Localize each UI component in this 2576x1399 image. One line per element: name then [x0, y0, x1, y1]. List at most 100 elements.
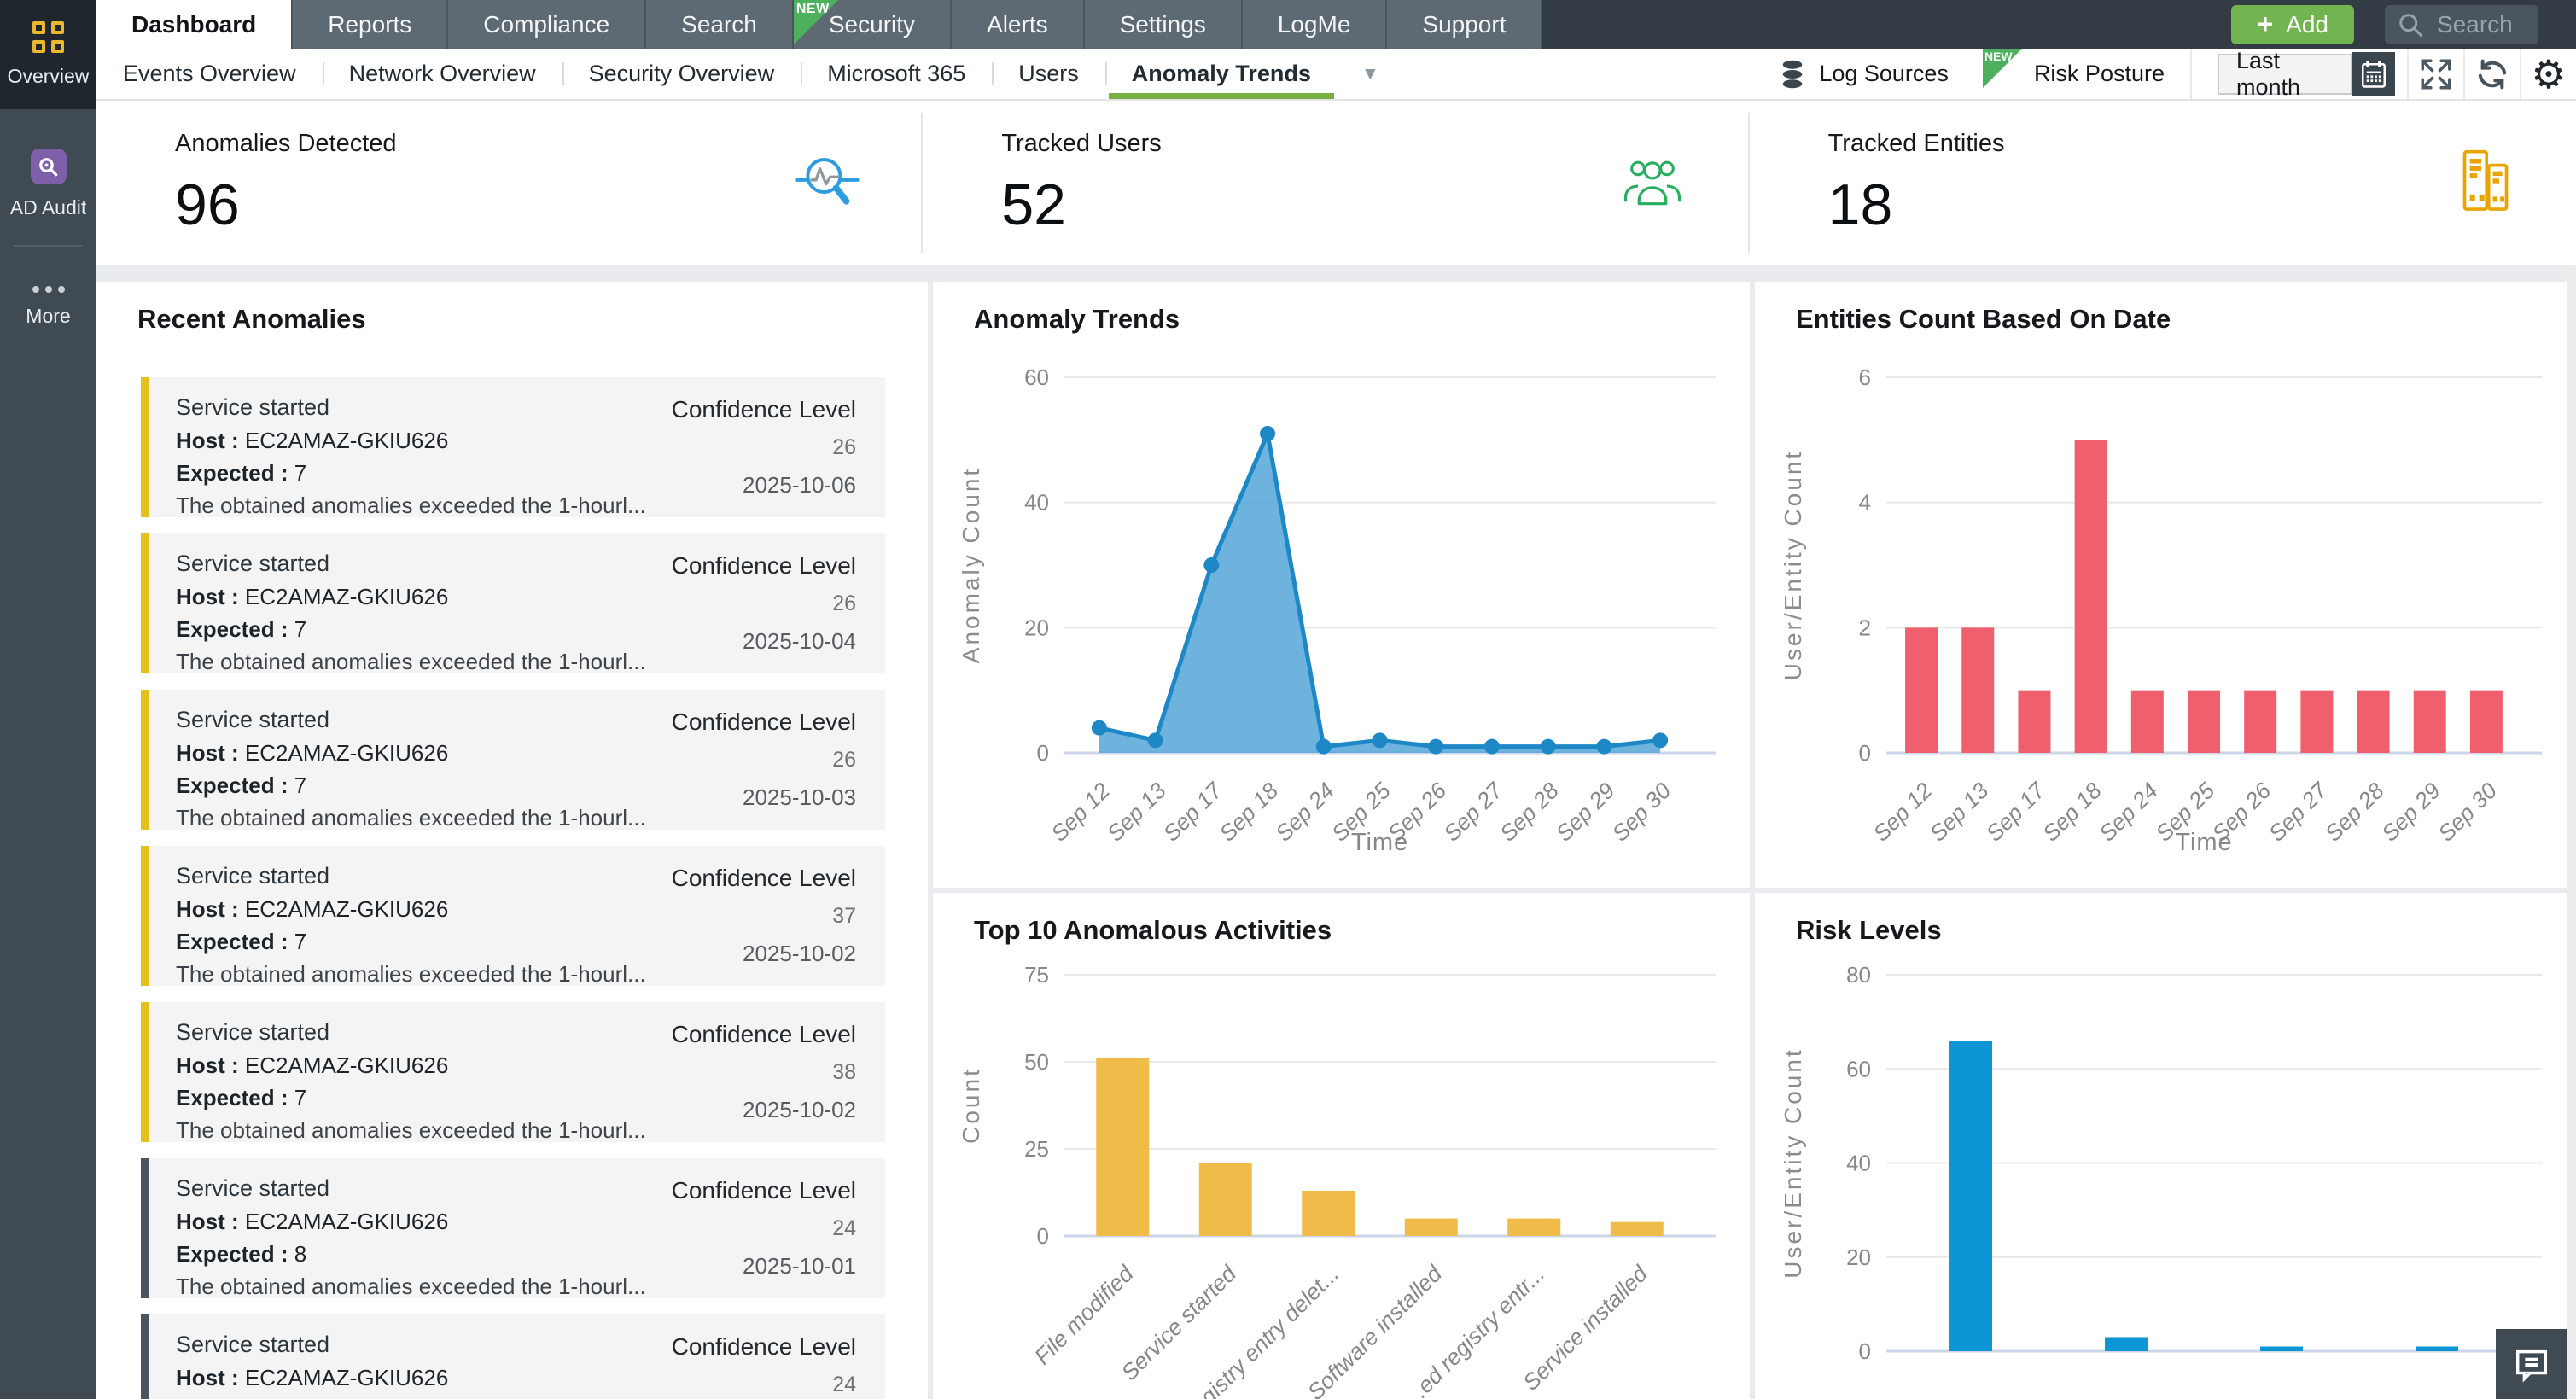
svg-text:0: 0	[1859, 740, 1871, 766]
search-icon	[2398, 12, 2423, 38]
dashboard-tab-events-overview[interactable]: Events Overview	[96, 49, 323, 99]
search-placeholder: Search	[2437, 11, 2513, 38]
top-tab-reports[interactable]: Reports	[293, 0, 448, 49]
top-activities-panel: Top 10 Anomalous Activities 0255075File …	[933, 893, 1750, 1399]
sidebar-item-label: More	[26, 305, 70, 328]
anomaly-title: Service started	[176, 1332, 646, 1358]
expected-label: Expected :	[176, 616, 288, 642]
anomaly-card[interactable]: Service startedHost : EC2AMAZ-GKIU626Exp…	[141, 846, 885, 986]
top-tab-dashboard[interactable]: Dashboard	[96, 0, 293, 49]
anomaly-host: Host : EC2AMAZ-GKIU626	[176, 740, 646, 767]
dashboard-tab-anomaly-trends[interactable]: Anomaly Trends	[1105, 49, 1338, 99]
top-tab-label: Reports	[328, 11, 411, 38]
confidence-level-label: Confidence Level	[672, 865, 856, 892]
top-tab-search[interactable]: Search	[646, 0, 794, 49]
sidebar-item-label: AD Audit	[10, 196, 87, 219]
dashboard-tab-microsoft-365[interactable]: Microsoft 365	[801, 49, 992, 99]
stat-label: Anomalies Detected	[175, 130, 397, 158]
add-button-label: Add	[2286, 11, 2328, 38]
top-tab-label: LogMe	[1278, 11, 1351, 38]
users-group-icon	[1618, 154, 1687, 212]
top-activities-chart: 0255075File modifiedService startedRegis…	[933, 893, 1750, 1399]
anomaly-card[interactable]: Service startedHost : EC2AMAZ-GKIU626Exp…	[141, 1314, 885, 1399]
confidence-level-label: Confidence Level	[672, 552, 856, 580]
expected-label: Expected :	[176, 1085, 288, 1110]
anomaly-card[interactable]: Service startedHost : EC2AMAZ-GKIU626Exp…	[141, 690, 885, 830]
host-label: Host :	[176, 584, 239, 609]
stat-value: 52	[1001, 172, 1066, 238]
top-tab-support[interactable]: Support	[1387, 0, 1542, 49]
expected-label: Expected :	[176, 1241, 288, 1267]
svg-text:Count: Count	[958, 1067, 984, 1144]
sidebar-item-overview[interactable]: Overview	[0, 0, 96, 109]
dashboard-tab-security-overview[interactable]: Security Overview	[562, 49, 801, 99]
fullscreen-button[interactable]	[2407, 49, 2463, 99]
anomaly-card-left: Service startedHost : EC2AMAZ-GKIU626Exp…	[176, 1332, 646, 1399]
anomaly-card[interactable]: Service startedHost : EC2AMAZ-GKIU626Exp…	[141, 1158, 885, 1298]
new-ribbon: NEW	[794, 0, 838, 44]
svg-text:Sep 30: Sep 30	[1607, 778, 1676, 847]
anomaly-card[interactable]: Service startedHost : EC2AMAZ-GKIU626Exp…	[141, 1002, 885, 1142]
svg-text:0: 0	[1037, 1223, 1049, 1249]
anomaly-host: Host : EC2AMAZ-GKIU626	[176, 584, 646, 610]
top-tab-settings[interactable]: Settings	[1085, 0, 1243, 49]
anomaly-card-right: Confidence Level262025-10-04	[672, 551, 860, 660]
overview-grid-icon	[32, 21, 64, 53]
anomaly-card[interactable]: Service startedHost : EC2AMAZ-GKIU626Exp…	[141, 533, 885, 673]
dashboard-tab-label: Anomaly Trends	[1132, 61, 1311, 87]
anomaly-expected: Expected : 7	[176, 772, 646, 799]
anomaly-card-left: Service startedHost : EC2AMAZ-GKIU626Exp…	[176, 394, 646, 504]
svg-text:Sep 18: Sep 18	[1215, 778, 1284, 847]
stat-label: Tracked Users	[1001, 130, 1161, 158]
feedback-chat-button[interactable]	[2496, 1329, 2567, 1399]
svg-text:Sep 18: Sep 18	[2037, 778, 2107, 847]
confidence-level-label: Confidence Level	[672, 1021, 856, 1048]
more-tabs-dropdown[interactable]	[1338, 49, 1403, 99]
settings-button[interactable]	[2520, 49, 2576, 99]
date-range-select[interactable]: Last month	[2218, 54, 2352, 95]
chat-bubble-icon	[2512, 1344, 2551, 1384]
anomaly-card[interactable]: Service startedHost : EC2AMAZ-GKIU626Exp…	[141, 377, 885, 517]
svg-text:6: 6	[1859, 364, 1871, 390]
sidebar-item-ad-audit[interactable]: AD Audit	[0, 149, 96, 219]
add-button[interactable]: Add	[2231, 5, 2354, 44]
svg-text:User/Entity Count: User/Entity Count	[1780, 450, 1806, 680]
svg-text:Sep 27: Sep 27	[1439, 777, 1508, 846]
log-sources-label: Log Sources	[1819, 61, 1949, 87]
database-icon	[1780, 59, 1805, 90]
dashboard-tab-label: Network Overview	[349, 61, 536, 87]
sidebar-items: Overview AD Audit More	[0, 0, 96, 328]
host-label: Host :	[176, 896, 239, 922]
page-scrollbar[interactable]	[2567, 101, 2576, 1399]
dashboard-tab-label: Users	[1018, 61, 1079, 87]
svg-text:Sep 24: Sep 24	[1270, 778, 1339, 847]
refresh-button[interactable]	[2463, 49, 2520, 99]
entities-count-panel: Entities Count Based On Date 0246Sep 12S…	[1755, 282, 2576, 888]
dashboard-tab-network-overview[interactable]: Network Overview	[323, 49, 562, 99]
risk-posture-button[interactable]: NEW Risk Posture	[1974, 49, 2190, 99]
host-label: Host :	[176, 740, 239, 766]
anomaly-expected: Expected : 7	[176, 1085, 646, 1111]
plus-icon	[2257, 9, 2273, 40]
expected-label: Expected :	[176, 772, 288, 798]
top-tab-compliance[interactable]: Compliance	[448, 0, 646, 49]
top-tab-label: Search	[681, 11, 757, 38]
calendar-button[interactable]	[2352, 52, 2395, 96]
top-tab-security[interactable]: NEWSecurity	[794, 0, 952, 49]
search-input[interactable]: Search	[2385, 5, 2538, 44]
sub-nav-right: Log Sources NEW Risk Posture Last month	[1754, 49, 2576, 99]
anomaly-card-list: Service started Host : EC2AMAZ-GKIU626 Exp…	[141, 377, 885, 1399]
dashboard-tab-label: Microsoft 365	[827, 61, 965, 87]
anomaly-date: 2025-10-06	[743, 472, 856, 498]
top-tab-logme[interactable]: LogMe	[1243, 0, 1388, 49]
top-tab-alerts[interactable]: Alerts	[952, 0, 1085, 49]
anomaly-card-right: Confidence Level372025-10-02	[672, 863, 860, 972]
anomaly-card-right: Confidence Level262025-10-06	[672, 394, 860, 504]
confidence-level-label: Confidence Level	[672, 708, 856, 736]
dashboard-tab-users[interactable]: Users	[992, 49, 1105, 99]
sidebar-item-more[interactable]: More	[0, 286, 96, 328]
date-range-group: Last month	[2190, 49, 2407, 99]
log-sources-button[interactable]: Log Sources	[1754, 49, 1974, 99]
expected-label: Expected :	[176, 929, 288, 954]
svg-text:80: 80	[1846, 962, 1871, 988]
